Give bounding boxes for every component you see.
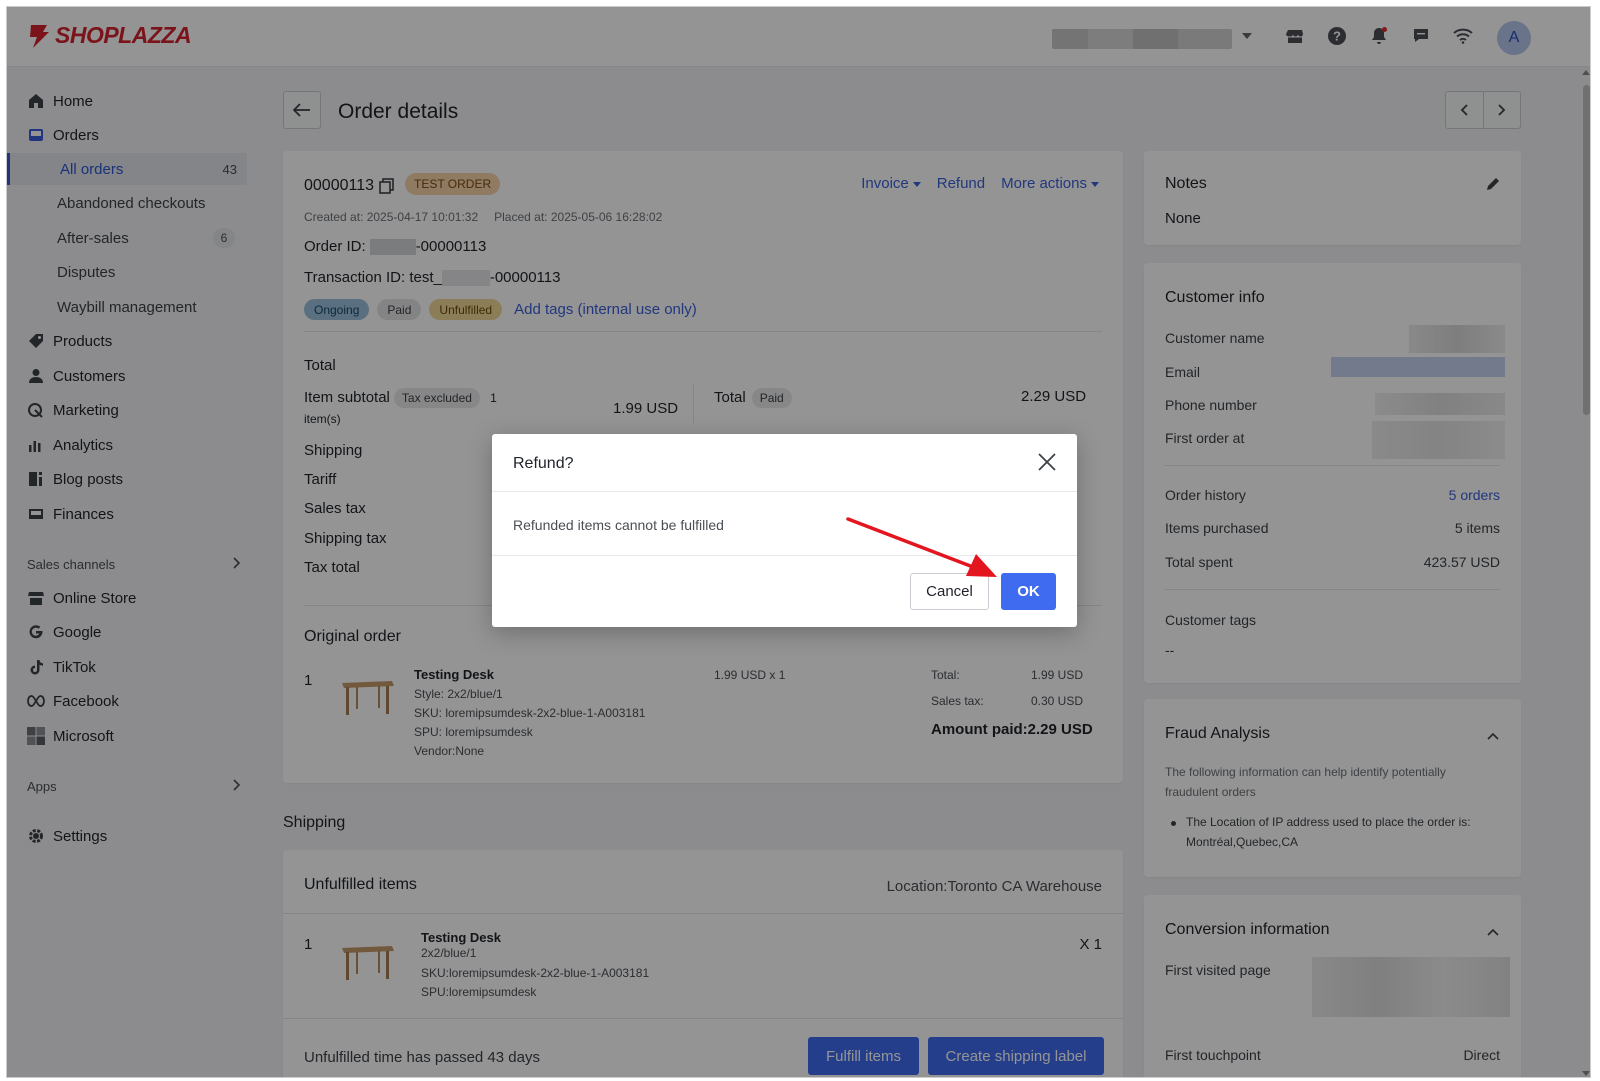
refund-confirm-dialog: Refund? Refunded items cannot be fulfill… [492, 434, 1077, 627]
close-icon[interactable] [1035, 450, 1059, 474]
dialog-title: Refund? [513, 455, 574, 472]
ok-button[interactable]: OK [1001, 573, 1056, 610]
dialog-header: Refund? [492, 434, 1077, 492]
cancel-button[interactable]: Cancel [910, 573, 989, 610]
dialog-footer: Cancel OK [492, 555, 1077, 627]
app-window: SHOPLAZZA ? A Home Orders All orders 43 … [6, 6, 1591, 1078]
dialog-message: Refunded items cannot be fulfilled [513, 517, 724, 533]
